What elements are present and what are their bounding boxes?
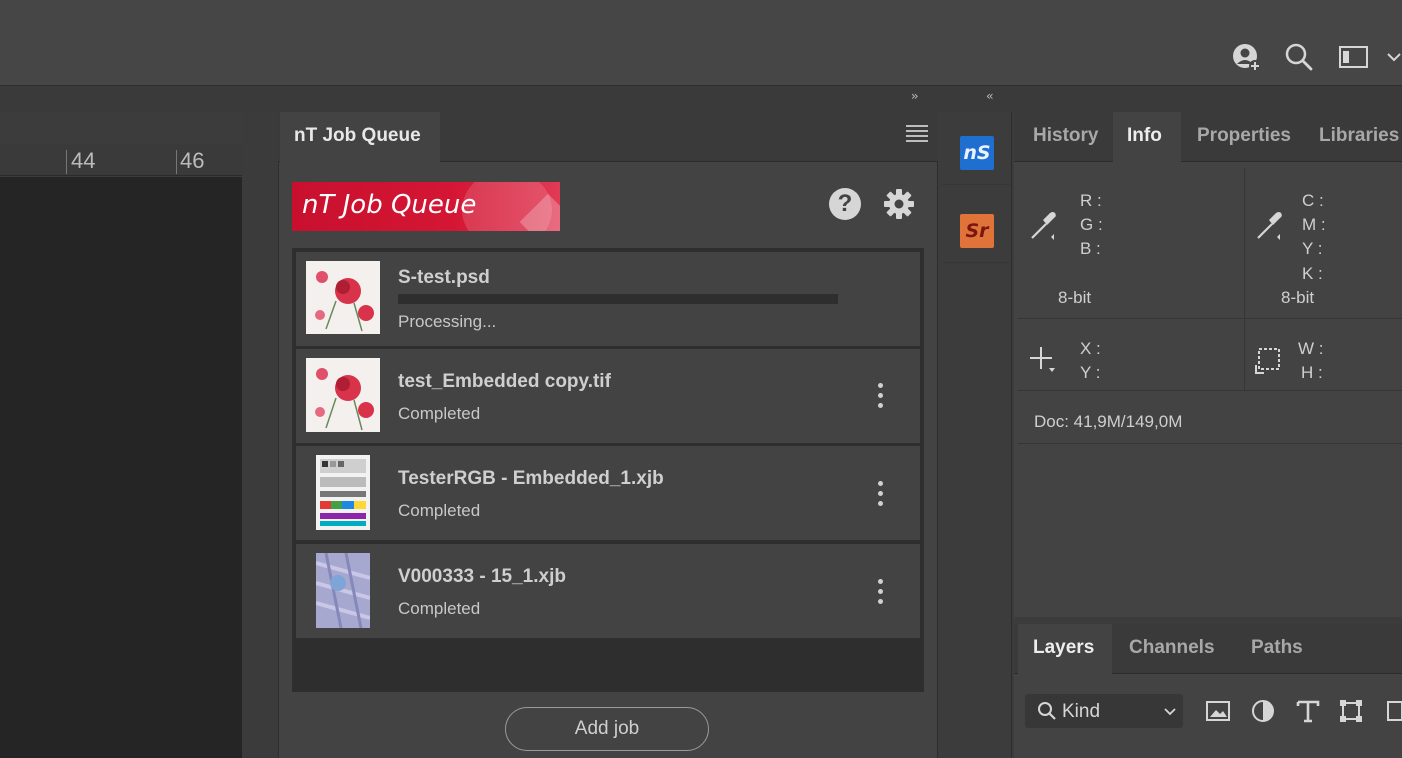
chevron-down-icon[interactable] xyxy=(1386,50,1402,64)
info-panel xyxy=(1014,112,1402,617)
nt-job-queue-logo: nT Job Queue xyxy=(292,182,560,231)
more-options-icon[interactable] xyxy=(874,579,886,607)
crosshair-icon[interactable] xyxy=(1029,345,1059,375)
ns-extension-icon[interactable]: nS xyxy=(960,136,994,170)
shape-filter-icon[interactable] xyxy=(1338,698,1364,724)
sr-extension-icon[interactable]: Sr xyxy=(960,214,994,248)
document-canvas[interactable] xyxy=(0,177,242,758)
y-coord-label: Y : xyxy=(1080,363,1101,382)
gear-icon[interactable] xyxy=(881,186,917,222)
help-icon[interactable]: ? xyxy=(829,188,861,220)
h-label: H : xyxy=(1301,363,1323,382)
divider xyxy=(1018,390,1402,391)
job-thumbnail xyxy=(316,553,370,628)
search-icon xyxy=(1037,701,1057,721)
tab-nt-job-queue[interactable]: nT Job Queue xyxy=(280,112,440,162)
image-filter-icon[interactable] xyxy=(1205,698,1231,724)
adjustment-filter-icon[interactable] xyxy=(1250,698,1276,724)
ruler-mark: 46 xyxy=(180,148,205,173)
expand-panels-icon[interactable]: ›› xyxy=(911,89,918,103)
selection-size-icon[interactable] xyxy=(1254,345,1284,375)
job-name: V000333 - 15_1.xjb xyxy=(398,566,566,587)
panel-menu-icon[interactable] xyxy=(906,125,928,145)
more-options-icon[interactable] xyxy=(874,383,886,411)
add-job-button[interactable]: Add job xyxy=(505,707,709,751)
layer-filter-select[interactable]: Kind xyxy=(1025,694,1183,728)
job-item[interactable] xyxy=(296,446,920,540)
job-status: Processing... xyxy=(398,312,497,331)
divider xyxy=(1018,318,1402,319)
tab-layers[interactable]: Layers xyxy=(1018,624,1112,674)
y-label: Y : xyxy=(1302,239,1323,258)
job-status: Completed xyxy=(398,404,481,423)
smart-object-filter-icon[interactable] xyxy=(1384,698,1402,724)
job-item[interactable] xyxy=(296,544,920,638)
ruler-tick xyxy=(66,150,67,174)
job-status: Completed xyxy=(398,599,481,618)
m-label: M : xyxy=(1302,215,1326,234)
w-label: W : xyxy=(1298,339,1324,358)
divider xyxy=(942,184,1010,185)
eyedropper-icon[interactable] xyxy=(1028,208,1058,242)
tab-info[interactable]: Info xyxy=(1113,112,1181,162)
divider xyxy=(1018,443,1402,444)
divider xyxy=(942,262,1010,263)
job-status: Completed xyxy=(398,501,481,520)
tab-libraries[interactable]: Libraries xyxy=(1319,112,1399,162)
search-icon[interactable] xyxy=(1284,42,1314,72)
chevron-down-icon xyxy=(1163,705,1177,717)
job-item[interactable] xyxy=(296,349,920,443)
extensions-strip xyxy=(940,112,1012,758)
eyedropper-icon[interactable] xyxy=(1254,208,1284,242)
k-label: K : xyxy=(1302,264,1323,283)
r-label: R : xyxy=(1080,191,1102,210)
tab-properties[interactable]: Properties xyxy=(1197,112,1291,162)
ruler-tick xyxy=(176,150,177,174)
c-label: C : xyxy=(1302,191,1324,210)
job-thumbnail xyxy=(316,455,370,530)
ruler-mark: 44 xyxy=(71,148,96,173)
filter-value: Kind xyxy=(1062,701,1101,722)
horizontal-ruler xyxy=(0,144,242,176)
collapse-panels-icon[interactable]: ‹‹ xyxy=(986,89,993,103)
app-top-bar xyxy=(0,0,1402,86)
tab-channels[interactable]: Channels xyxy=(1129,624,1215,674)
workspace-icon[interactable] xyxy=(1338,42,1368,72)
job-thumbnail xyxy=(306,358,380,432)
tab-paths[interactable]: Paths xyxy=(1251,624,1303,674)
bit-depth-right: 8-bit xyxy=(1281,288,1315,307)
bit-depth-left: 8-bit xyxy=(1058,288,1092,307)
job-name: TesterRGB - Embedded_1.xjb xyxy=(398,468,664,489)
progress-bar xyxy=(398,294,838,304)
g-label: G : xyxy=(1080,215,1103,234)
logo-text: nT Job Queue xyxy=(302,190,477,220)
type-filter-icon[interactable] xyxy=(1295,698,1321,724)
job-name: test_Embedded copy.tif xyxy=(398,371,611,392)
x-label: X : xyxy=(1080,339,1101,358)
doc-size-info: Doc: 41,9M/149,0M xyxy=(1034,412,1183,431)
tab-history[interactable]: History xyxy=(1033,112,1098,162)
job-thumbnail xyxy=(306,261,380,334)
more-options-icon[interactable] xyxy=(874,481,886,509)
divider xyxy=(1244,168,1245,390)
share-user-icon[interactable] xyxy=(1231,42,1261,72)
canvas-gutter xyxy=(242,112,278,758)
b-label: B : xyxy=(1080,239,1101,258)
job-name: S-test.psd xyxy=(398,267,490,288)
dock-strip xyxy=(0,86,1402,112)
